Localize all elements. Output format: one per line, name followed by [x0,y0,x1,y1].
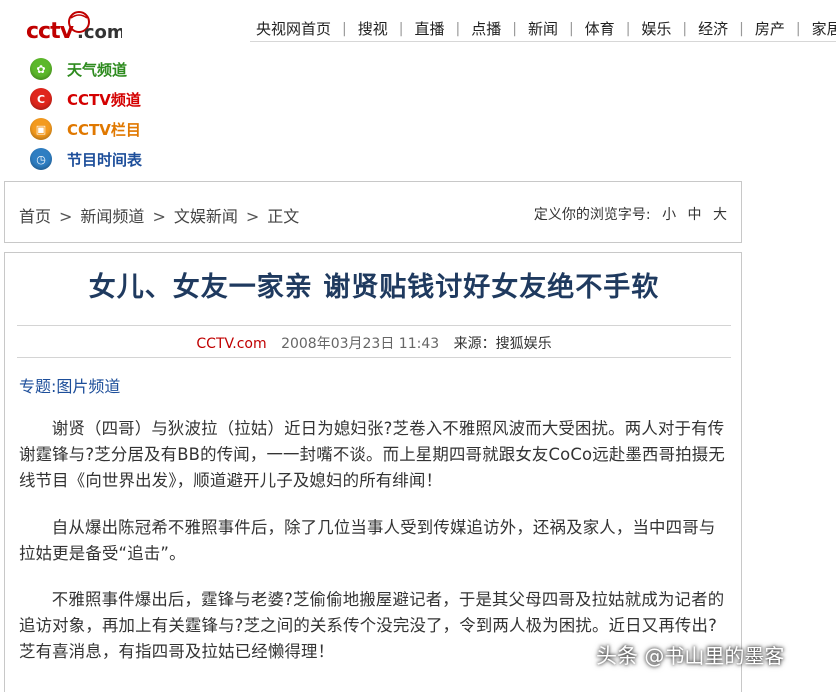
nav-separator: | [342,20,347,37]
top-nav-item[interactable]: 家居 [812,18,836,39]
breadcrumb-separator: > [245,207,260,226]
side-channel-links: ✿ 天气频道 C CCTV频道 ▣ CCTV栏目 ◷ 节目时间表 [30,54,142,174]
watermark: 头条 @书山里的墨客 [596,640,784,670]
top-nav-item[interactable]: 新闻 [528,18,558,39]
breadcrumb-item[interactable]: 文娱新闻 [174,207,238,226]
top-nav-item[interactable]: 经济 [698,18,728,39]
font-size-small[interactable]: 小 [662,207,676,223]
top-nav-divider [250,41,836,42]
top-nav-items: 央视网首页 | 搜视 | 直播 | 点播 | 新闻 | 体育 | 娱乐 | 经济 | 房产 | 家居 [256,18,836,39]
breadcrumb: 首页 > 新闻频道 > 文娱新闻 > 正文 [19,203,299,227]
font-size-medium[interactable]: 中 [688,207,702,223]
topic-line: 专题:图片频道 [19,373,120,397]
top-nav-item[interactable]: 直播 [414,18,444,39]
svg-text:cctv: cctv [26,19,75,44]
nav-separator: | [512,20,517,37]
side-link-0[interactable]: ✿ 天气频道 [30,54,142,84]
article-container: 女儿、女友一家亲 谢贤贴钱讨好女友绝不手软 CCTV.com 2008年03月2… [4,252,742,692]
side-link-3[interactable]: ◷ 节目时间表 [30,144,142,174]
cctv-column-icon: ▣ [30,118,52,140]
breadcrumb-item[interactable]: 新闻频道 [80,207,144,226]
cctv-channel-icon: C [30,88,52,110]
svg-text:.com: .com [77,22,122,43]
side-link-label: 节目时间表 [67,150,143,169]
source-label: 来源：搜狐娱乐 [453,336,552,352]
top-nav-item[interactable]: 体育 [585,18,615,39]
top-nav-item[interactable]: 搜视 [358,18,388,39]
nav-separator: | [795,20,801,37]
meta-divider-top [17,325,731,326]
source-site-link[interactable]: CCTV.com [196,336,266,352]
nav-separator: | [398,20,404,37]
meta-divider-bottom [17,357,731,358]
nav-separator: | [568,20,574,37]
weather-icon: ✿ [30,58,52,80]
side-link-label: CCTV栏目 [67,120,141,139]
side-link-1[interactable]: C CCTV频道 [30,84,142,114]
top-nav-item[interactable]: 房产 [755,18,785,39]
top-nav-item[interactable]: 娱乐 [641,18,671,39]
article-meta: CCTV.com 2008年03月23日 11:43 来源：搜狐娱乐 [5,333,743,353]
breadcrumb-item: 正文 [267,207,300,226]
topic-label: 专题: [19,377,57,396]
schedule-icon: ◷ [30,148,52,170]
top-navigation: cctv .com 央视网首页 | 搜视 | 直播 | 点播 | 新闻 | 体育 | 娱乐 | 经济 | 房产 |… [0,0,836,44]
font-size-selector: 定义你的浏览字号: 小 中 大 [534,204,727,224]
font-size-label: 定义你的浏览字号: [533,207,651,223]
side-link-label: 天气频道 [67,60,128,79]
article-paragraph: 自从爆出陈冠希不雅照事件后，除了几位当事人受到传媒追访外，还祸及家人，当中四哥与… [19,518,716,563]
breadcrumb-separator: > [59,207,73,226]
watermark-handle: @书山里的墨客 [644,644,785,668]
nav-separator: | [625,20,631,37]
publish-datetime: 2008年03月23日 11:43 [281,336,440,352]
side-link-2[interactable]: ▣ CCTV栏目 [30,114,142,144]
nav-separator: | [682,20,688,37]
watermark-prefix: 头条 [596,644,638,668]
topic-link[interactable]: 图片频道 [56,377,120,396]
top-nav-item[interactable]: 央视网首页 [256,18,331,39]
breadcrumb-bar: 首页 > 新闻频道 > 文娱新闻 > 正文 定义你的浏览字号: 小 中 大 [4,181,742,243]
top-nav-item[interactable]: 点播 [471,18,501,39]
breadcrumb-item[interactable]: 首页 [19,207,51,226]
font-size-large[interactable]: 大 [713,207,727,223]
breadcrumb-separator: > [152,207,166,226]
article-paragraph: 谢贤（四哥）与狄波拉（拉姑）近日为媳妇张?芝卷入不雅照风波而大受困扰。两人对于有… [19,419,725,490]
article-title: 女儿、女友一家亲 谢贤贴钱讨好女友绝不手软 [88,272,660,303]
cctv-logo[interactable]: cctv .com [26,10,122,44]
nav-separator: | [455,20,461,37]
nav-separator: | [739,20,744,37]
side-link-label: CCTV频道 [67,90,141,109]
